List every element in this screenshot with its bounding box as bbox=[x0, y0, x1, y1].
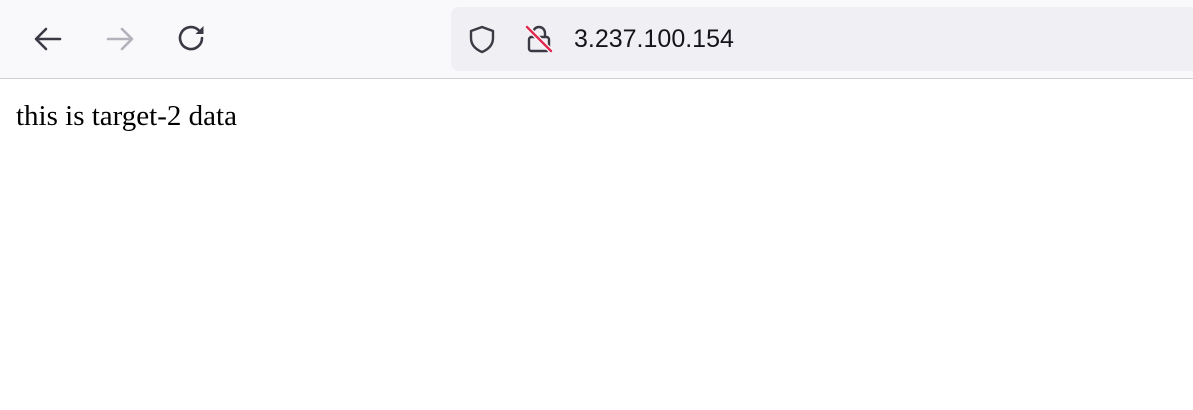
reload-icon bbox=[174, 21, 210, 57]
forward-button[interactable] bbox=[102, 21, 138, 57]
address-bar[interactable]: 3.237.100.154 bbox=[451, 7, 1193, 71]
page-content: this is target-2 data bbox=[0, 79, 1193, 410]
reload-button[interactable] bbox=[174, 21, 210, 57]
url-text[interactable]: 3.237.100.154 bbox=[574, 24, 734, 54]
browser-toolbar: 3.237.100.154 bbox=[0, 0, 1193, 79]
back-button[interactable] bbox=[30, 21, 66, 57]
page-body-text: this is target-2 data bbox=[16, 100, 237, 132]
arrow-right-icon bbox=[102, 21, 138, 57]
arrow-left-icon bbox=[30, 21, 66, 57]
insecure-lock-icon[interactable] bbox=[524, 24, 554, 54]
shield-icon[interactable] bbox=[467, 24, 497, 54]
